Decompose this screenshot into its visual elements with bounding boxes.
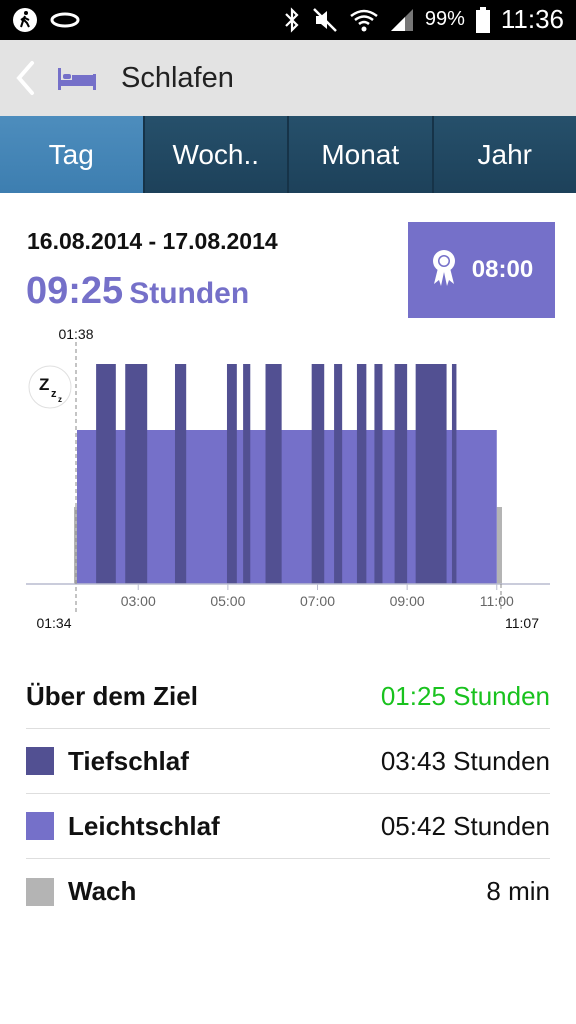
deep-sleep-bar-10: [394, 364, 408, 584]
awake-label: Wach: [68, 876, 137, 906]
x-tick-label-3: 09:00: [390, 593, 425, 609]
period-tabs: Tag Woch.. Monat Jahr: [0, 116, 576, 193]
tab-woche[interactable]: Woch..: [144, 116, 289, 193]
battery-percentage: 99%: [424, 8, 465, 30]
tab-tag[interactable]: Tag: [0, 116, 145, 193]
sleep-onset-label: 01:38: [58, 326, 93, 342]
x-tick-label-1: 05:00: [210, 593, 245, 609]
deep-sleep-bar-7: [334, 364, 343, 584]
deep-sleep-bar-0: [96, 364, 116, 584]
goal-value: 08:00: [471, 256, 534, 283]
chevron-left-icon: [16, 61, 34, 95]
wifi-icon: [349, 6, 379, 34]
deep-sleep-bar-8: [356, 364, 367, 584]
status-bar: 99% 11:36: [0, 0, 576, 40]
x-tick-label-0: 03:00: [121, 593, 156, 609]
awake-value: 8 min: [486, 876, 550, 906]
clock: 11:36: [500, 4, 564, 34]
above-goal-label: Über dem Ziel: [26, 680, 198, 711]
sleep-duration: 09:25 Stunden: [26, 270, 249, 313]
wake-bar-1: [496, 507, 502, 584]
bed-icon: [56, 66, 98, 97]
awake-swatch: [26, 877, 54, 906]
svg-text:z: z: [51, 388, 57, 400]
tab-monat[interactable]: Monat: [289, 116, 434, 193]
sleep-chart-svg: 01:38 01:34 11:07 03:00 05:00 07:00 09:00 11…: [26, 326, 550, 631]
mute-icon: [311, 6, 339, 34]
x-tick-label-4: 11:00: [480, 593, 514, 609]
app-bar: Schlafen: [0, 40, 576, 116]
svg-text:Z: Z: [39, 375, 49, 394]
date-range: 16.08.2014 - 17.08.2014: [27, 228, 278, 254]
deep-sleep-bar-3: [226, 364, 237, 584]
deep-sleep-bar-6: [311, 364, 325, 584]
battery-icon: [475, 6, 491, 34]
deep-sleep-bar-5: [265, 364, 282, 584]
ribbon-icon: [430, 248, 458, 293]
bluetooth-icon: [283, 6, 301, 34]
light-sleep-value: 05:42 Stunden: [380, 810, 550, 841]
sleep-zzz-icon: Z z z: [28, 365, 72, 409]
duration-unit: Stunden: [129, 277, 250, 310]
deep-sleep-bar-2: [174, 364, 187, 584]
stat-row-light-sleep: Leichtschlaf 05:42 Stunden: [26, 794, 550, 859]
light-sleep-label: Leichtschlaf: [68, 810, 220, 841]
light-sleep-swatch: [26, 812, 54, 840]
above-goal-value: 01:25 Stunden: [380, 680, 550, 711]
deep-sleep-bar-1: [125, 364, 148, 584]
sleep-chart: 01:38 01:34 11:07 03:00 05:00 07:00 09:00 11…: [0, 320, 576, 640]
svg-text:z: z: [58, 395, 62, 404]
walking-icon: [12, 7, 38, 33]
signal-icon: [389, 7, 415, 33]
end-time-label: 11:07: [505, 615, 539, 631]
band-icon: [50, 10, 80, 30]
deep-sleep-value: 03:43 Stunden: [380, 745, 550, 776]
goal-badge[interactable]: 08:00: [408, 222, 555, 318]
deep-sleep-label: Tiefschlaf: [68, 745, 189, 776]
deep-sleep-swatch: [26, 747, 54, 775]
deep-sleep-bar-4: [243, 364, 251, 584]
wake-bar-0: [74, 507, 77, 584]
back-button[interactable]: [10, 58, 40, 98]
sleep-stats: Über dem Ziel 01:25 Stunden Tiefschlaf 0…: [26, 664, 550, 924]
page-title: Schlafen: [121, 62, 234, 94]
deep-sleep-bar-12: [451, 364, 457, 584]
tab-jahr[interactable]: Jahr: [433, 116, 576, 193]
stat-row-deep-sleep: Tiefschlaf 03:43 Stunden: [26, 729, 550, 794]
deep-sleep-bar-9: [374, 364, 383, 584]
duration-value: 09:25: [26, 270, 124, 312]
x-tick-label-2: 07:00: [300, 593, 335, 609]
start-time-label: 01:34: [36, 615, 71, 631]
deep-sleep-bar-11: [415, 364, 447, 584]
stat-row-above-goal: Über dem Ziel 01:25 Stunden: [26, 664, 550, 729]
stat-row-awake: Wach 8 min: [26, 859, 550, 924]
